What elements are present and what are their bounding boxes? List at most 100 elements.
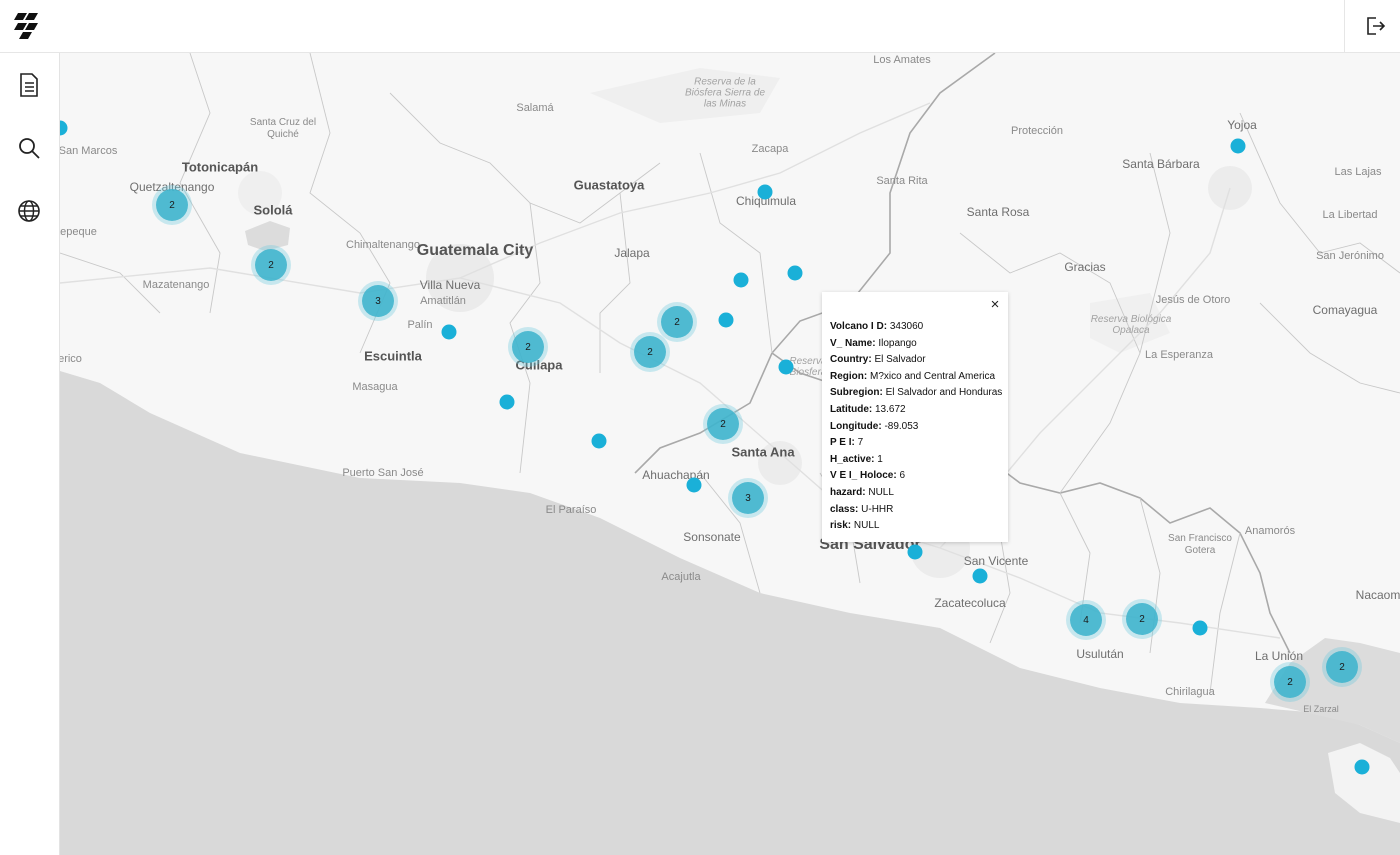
- label-santa-rita: Santa Rita: [876, 175, 928, 187]
- volcano-marker[interactable]: [757, 184, 773, 200]
- label-anamoros: Anamorós: [1244, 525, 1296, 537]
- label-nacaome: Nacaom: [1355, 588, 1400, 602]
- label-escuintla: Escuintla: [364, 348, 422, 364]
- popup-field-row: V_ Name: Ilopango: [830, 336, 1008, 353]
- volcano-marker[interactable]: [778, 359, 794, 375]
- volcano-marker[interactable]: [733, 272, 749, 288]
- popup-field-row: Latitude: 13.672: [830, 402, 1008, 419]
- volcano-marker[interactable]: [1192, 620, 1208, 636]
- label-el-paraiso: El Paraíso: [545, 504, 597, 516]
- popup-field-value: -89.053: [884, 420, 919, 432]
- volcano-marker[interactable]: [499, 394, 515, 410]
- volcano-info-popup: × Volcano I D: 343060 V_ Name: Ilopango Co…: [822, 292, 1008, 542]
- volcano-marker[interactable]: [1354, 759, 1370, 775]
- label-san-vicente: San Vicente: [963, 554, 1029, 568]
- volcano-cluster[interactable]: 3: [362, 285, 394, 317]
- label-proteccion: Protección: [1011, 125, 1063, 137]
- popup-field-value: 6: [899, 470, 906, 482]
- label-jalapa: Jalapa: [614, 246, 650, 260]
- popup-field-key: Subregion:: [830, 387, 883, 399]
- volcano-cluster[interactable]: 2: [255, 249, 287, 281]
- popup-field-value: U-HHR: [861, 503, 894, 515]
- label-usulutan: Usulután: [1076, 647, 1124, 661]
- volcano-cluster[interactable]: 2: [707, 408, 739, 440]
- volcano-cluster[interactable]: 2: [156, 189, 188, 221]
- popup-field-row: Country: El Salvador: [830, 352, 1008, 369]
- sidebar: [0, 53, 60, 855]
- label-villa-nueva: Villa Nueva: [419, 278, 481, 292]
- label-chimaltenango: Chimaltenango: [346, 239, 420, 251]
- popup-field-row: V E I_ Holoce: 6: [830, 468, 1008, 485]
- volcano-marker-selected[interactable]: [907, 544, 923, 560]
- popup-field-value: Ilopango: [878, 337, 917, 349]
- volcano-cluster[interactable]: 2: [1274, 666, 1306, 698]
- volcano-marker[interactable]: [686, 477, 702, 493]
- label-santa-rosa: Santa Rosa: [966, 205, 1030, 219]
- top-bar: [0, 0, 1400, 53]
- volcano-cluster[interactable]: 2: [1326, 651, 1358, 683]
- label-solola: Sololá: [253, 202, 293, 218]
- popup-field-key: hazard:: [830, 486, 866, 498]
- volcano-marker[interactable]: [591, 433, 607, 449]
- popup-field-value: 343060: [889, 321, 924, 332]
- volcano-cluster[interactable]: 2: [661, 306, 693, 338]
- logo-icon[interactable]: [14, 11, 42, 39]
- label-tepeque: tepeque: [60, 226, 97, 238]
- popup-field-row: Subregion: El Salvador and Honduras: [830, 385, 1008, 402]
- popup-field-row: P E I: 7: [830, 435, 1008, 452]
- label-palin: Palín: [407, 319, 433, 331]
- label-jesus-otoro: Jesús de Otoro: [1155, 294, 1231, 306]
- label-erico: erico: [60, 353, 82, 365]
- label-la-union: La Unión: [1254, 649, 1304, 663]
- volcano-cluster[interactable]: 2: [512, 331, 544, 363]
- popup-field-value: El Salvador and Honduras: [885, 387, 1003, 399]
- volcano-marker[interactable]: [718, 312, 734, 328]
- label-yojoa: Yojoa: [1227, 118, 1257, 132]
- map-view[interactable]: San Marcos Totonicapán Quetzaltenango Sa…: [60, 53, 1400, 855]
- volcano-marker[interactable]: [972, 568, 988, 584]
- popup-field-key: P E I:: [830, 437, 855, 449]
- document-icon[interactable]: [14, 70, 44, 100]
- popup-field-key: Country:: [830, 354, 872, 366]
- label-amatitlan: Amatitlán: [420, 295, 466, 307]
- popup-field-row: Region: M?xico and Central America: [830, 369, 1008, 386]
- label-santa-cruz: Santa Cruz del Quiché: [249, 117, 317, 140]
- popup-field-value: 7: [857, 437, 864, 449]
- volcano-marker[interactable]: [1230, 138, 1246, 154]
- globe-icon[interactable]: [14, 196, 44, 226]
- label-mazatenango: Mazatenango: [142, 279, 210, 291]
- popup-field-row: Volcano I D: 343060: [830, 319, 1008, 336]
- popup-field-value: NULL: [868, 486, 894, 498]
- popup-field-key: H_active:: [830, 453, 875, 465]
- label-santa-barbara: Santa Bárbara: [1122, 157, 1200, 171]
- label-sonsonate: Sonsonate: [683, 530, 741, 544]
- label-chirilagua: Chirilagua: [1165, 686, 1215, 698]
- label-puerto-san-jose: Puerto San José: [342, 467, 424, 479]
- volcano-cluster[interactable]: 4: [1070, 604, 1102, 636]
- search-icon[interactable]: [14, 133, 44, 163]
- label-comayagua: Comayagua: [1312, 303, 1378, 317]
- label-guastatoya: Guastatoya: [573, 177, 645, 193]
- volcano-cluster[interactable]: 3: [732, 482, 764, 514]
- label-gracias: Gracias: [1064, 260, 1106, 274]
- label-la-esperanza: La Esperanza: [1145, 349, 1213, 361]
- label-santa-ana: Santa Ana: [731, 444, 795, 460]
- volcano-marker[interactable]: [441, 324, 457, 340]
- volcano-marker[interactable]: [787, 265, 803, 281]
- label-reserva-opalaca: Reserva Biológica Opalaca: [1090, 314, 1172, 336]
- label-san-jeronimo: San Jerónimo: [1316, 250, 1384, 262]
- logout-icon[interactable]: [1362, 13, 1388, 39]
- volcano-cluster[interactable]: 2: [634, 336, 666, 368]
- label-zacatecoluca: Zacatecoluca: [934, 596, 1006, 610]
- popup-field-key: Volcano I D:: [830, 321, 888, 332]
- popup-field-row: hazard: NULL: [830, 485, 1008, 502]
- label-san-marcos: San Marcos: [60, 145, 118, 157]
- popup-field-row: H_active: 1: [830, 452, 1008, 469]
- label-san-francisco: San Francisco Gotera: [1168, 533, 1232, 556]
- label-zacapa: Zacapa: [751, 143, 789, 155]
- map-basemap: [60, 53, 1400, 855]
- volcano-cluster[interactable]: 2: [1126, 603, 1158, 635]
- popup-field-value: 1: [877, 453, 883, 465]
- close-icon[interactable]: ×: [988, 297, 1002, 312]
- popup-field-row: class: U-HHR: [830, 502, 1008, 519]
